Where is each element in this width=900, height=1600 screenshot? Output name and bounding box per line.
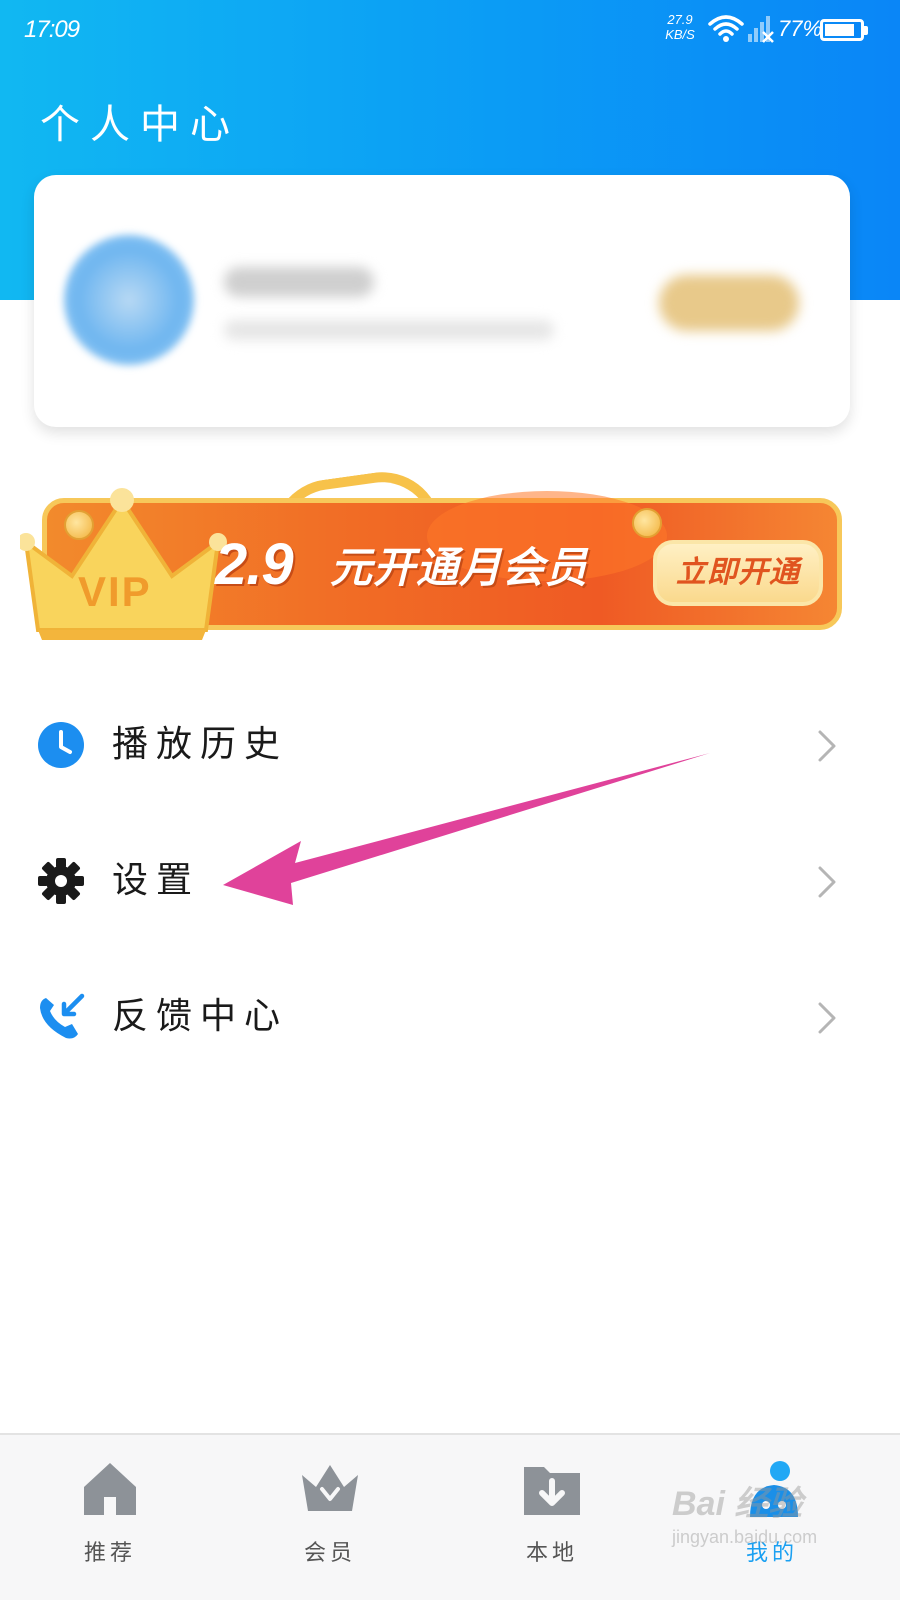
- nav-tab-recommend[interactable]: 推荐: [50, 1457, 170, 1587]
- username-blurred: [224, 267, 374, 297]
- bottom-nav: 推荐 会员 本地 我的: [0, 1433, 900, 1600]
- vip-promo-text: 元开通月会员: [330, 543, 589, 592]
- nav-tab-vip[interactable]: 会员: [270, 1457, 390, 1587]
- battery-icon: [820, 19, 868, 41]
- vip-crown-label: VIP: [78, 568, 152, 615]
- user-subtitle-blurred: [224, 320, 554, 340]
- profile-action-button-blurred[interactable]: [659, 275, 799, 331]
- status-time: 17:09: [24, 16, 80, 43]
- coin-decoration: [64, 510, 94, 540]
- gear-icon: [38, 858, 84, 904]
- battery-percent: 77%: [778, 16, 823, 41]
- chevron-right-icon: [818, 730, 836, 762]
- vip-price: 2.9: [215, 532, 294, 597]
- wifi-icon: [708, 15, 744, 42]
- person-icon: [750, 1461, 798, 1517]
- menu-item-label: 反馈中心: [112, 996, 289, 1037]
- network-speed-value: 27.9: [667, 12, 693, 27]
- menu-item-settings[interactable]: 设置: [0, 812, 900, 948]
- nav-tab-mine[interactable]: 我的: [712, 1457, 832, 1587]
- nav-tab-local[interactable]: 本地: [492, 1457, 612, 1587]
- menu-item-play-history[interactable]: 播放历史: [0, 676, 900, 812]
- menu-item-feedback[interactable]: 反馈中心: [0, 948, 900, 1084]
- phone-callback-icon: [40, 993, 85, 1039]
- page-title: 个人中心: [40, 102, 240, 148]
- avatar[interactable]: [64, 235, 194, 365]
- menu-item-label: 播放历史: [112, 724, 289, 765]
- network-speed: 27.9 KB/S: [660, 12, 700, 42]
- vip-banner[interactable]: VIP 2.9 元开通月会员 立即开通: [20, 464, 842, 645]
- chevron-right-icon: [818, 1002, 836, 1034]
- coin-decoration: [632, 508, 662, 538]
- vip-crown-icon: [20, 488, 227, 640]
- battery-fill: [825, 24, 855, 36]
- profile-card[interactable]: [34, 175, 850, 427]
- nav-tab-label: 推荐: [83, 1541, 136, 1566]
- home-icon: [84, 1463, 136, 1515]
- menu-list: 播放历史 设置 反馈中心: [0, 676, 900, 1084]
- network-speed-unit: KB/S: [665, 27, 695, 42]
- clock-icon: [38, 722, 84, 768]
- download-folder-icon: [524, 1467, 580, 1515]
- menu-item-label: 设置: [112, 860, 201, 901]
- nav-tab-label: 会员: [303, 1541, 356, 1566]
- nav-tab-label: 我的: [745, 1541, 798, 1566]
- signal-icon: [748, 16, 774, 43]
- chevron-right-icon: [818, 866, 836, 898]
- nav-tab-label: 本地: [525, 1541, 578, 1566]
- crown-icon: [302, 1465, 358, 1511]
- vip-subscribe-button[interactable]: 立即开通: [653, 540, 823, 606]
- status-bar: 17:09 27.9 KB/S 77%: [0, 0, 900, 60]
